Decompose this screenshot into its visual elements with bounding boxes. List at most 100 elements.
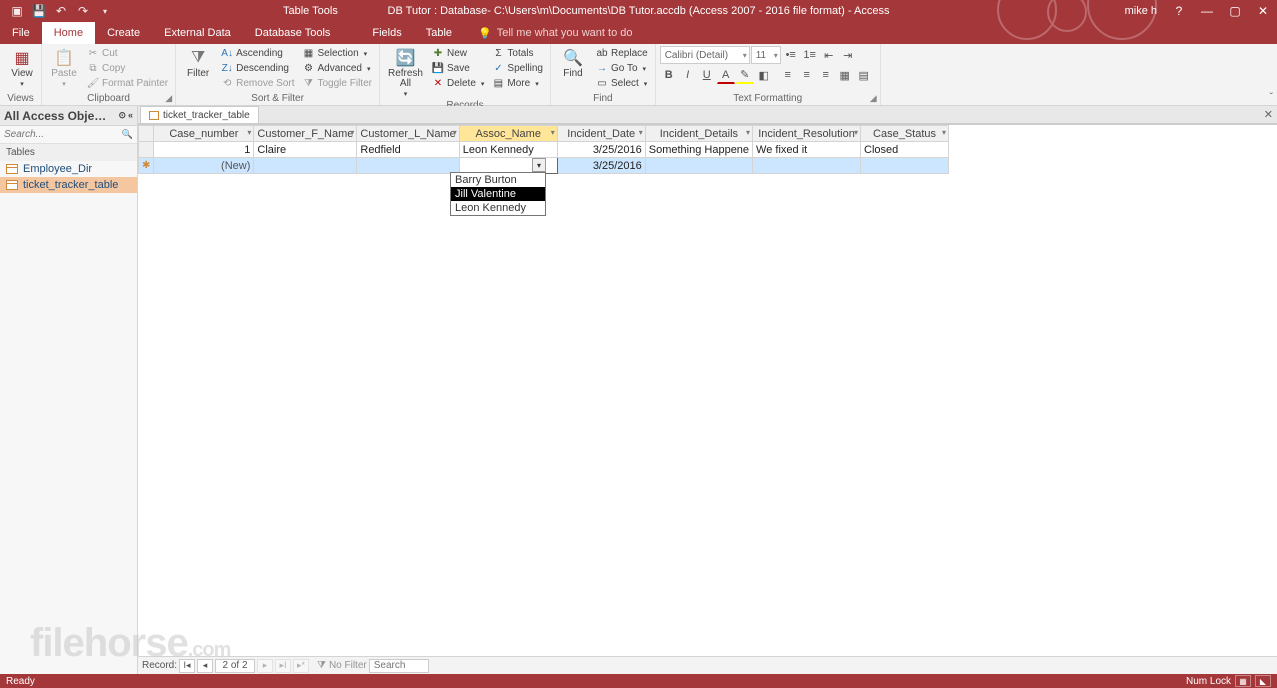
- delete-label: Delete: [447, 78, 476, 89]
- bold-button[interactable]: B: [660, 66, 678, 84]
- selection-icon: ▦: [303, 48, 315, 60]
- save-record-button[interactable]: 💾Save: [429, 61, 487, 76]
- cut-button[interactable]: ✂Cut: [84, 46, 171, 61]
- format-painter-button[interactable]: 🖌Format Painter: [84, 76, 171, 91]
- totals-button[interactable]: ΣTotals: [489, 46, 546, 61]
- align-center-button[interactable]: ≡: [798, 66, 816, 84]
- nav-search-input[interactable]: [4, 129, 122, 140]
- select-button[interactable]: ▭Select▾: [593, 76, 651, 91]
- collapse-ribbon-button[interactable]: ˇ: [1270, 92, 1273, 103]
- filter-button[interactable]: ⧩ Filter: [180, 46, 216, 81]
- font-size-combo[interactable]: 11: [751, 46, 781, 64]
- qat-customize-button[interactable]: ▾: [96, 2, 114, 20]
- tab-file[interactable]: File: [0, 22, 42, 44]
- gridlines-button[interactable]: ▦: [836, 66, 854, 84]
- next-record-button[interactable]: ▸: [257, 659, 273, 673]
- record-search-input[interactable]: [369, 659, 429, 673]
- dropdown-option[interactable]: Barry Burton: [451, 173, 545, 187]
- dropdown-option[interactable]: Leon Kennedy: [451, 201, 545, 215]
- prev-record-button[interactable]: ◂: [197, 659, 213, 673]
- document-tab-ticket-tracker[interactable]: ticket_tracker_table: [140, 106, 259, 123]
- replace-button[interactable]: abReplace: [593, 46, 651, 61]
- first-record-button[interactable]: I◂: [179, 659, 195, 673]
- design-view-switch[interactable]: ◣: [1255, 675, 1271, 687]
- fill-color-button[interactable]: ◧: [755, 66, 773, 84]
- goto-button[interactable]: →Go To▾: [593, 61, 651, 76]
- new-record-nav-button[interactable]: ▸*: [293, 659, 309, 673]
- column-header[interactable]: Customer_L_Name▾: [357, 126, 459, 142]
- copy-button[interactable]: ⧉Copy: [84, 61, 171, 76]
- tab-home[interactable]: Home: [42, 22, 95, 44]
- redo-qat-button[interactable]: ↷: [74, 2, 92, 20]
- save-qat-button[interactable]: 💾: [30, 2, 48, 20]
- descending-button[interactable]: Z↓Descending: [218, 61, 297, 76]
- last-record-button[interactable]: ▸I: [275, 659, 291, 673]
- italic-button[interactable]: I: [679, 66, 697, 84]
- find-button[interactable]: 🔍 Find: [555, 46, 591, 81]
- refresh-all-button[interactable]: 🔄 Refresh All ▾: [384, 46, 427, 100]
- indent-left-button[interactable]: ⇤: [820, 46, 838, 64]
- nav-pane-title: All Access Obje…: [4, 109, 106, 123]
- column-header[interactable]: Customer_F_Name▾: [254, 126, 357, 142]
- column-header[interactable]: Assoc_Name▾: [459, 126, 557, 142]
- ascending-button[interactable]: A↓Ascending: [218, 46, 297, 61]
- tell-me-search[interactable]: 💡 Tell me what you want to do: [464, 22, 632, 44]
- help-button[interactable]: ?: [1165, 0, 1193, 22]
- document-area: ticket_tracker_table ✕ Case_number▾Custo…: [138, 106, 1277, 674]
- close-button[interactable]: ✕: [1249, 0, 1277, 22]
- spelling-button[interactable]: ✓Spelling: [489, 61, 546, 76]
- alt-row-color-button[interactable]: ▤: [855, 66, 873, 84]
- bullets-button[interactable]: •≡: [782, 46, 800, 64]
- delete-record-button[interactable]: ✕Delete▾: [429, 76, 487, 91]
- column-header[interactable]: Incident_Date▾: [557, 126, 645, 142]
- nav-pane-header[interactable]: All Access Obje… ⊙ «: [0, 106, 137, 126]
- new-record-button[interactable]: ✚New: [429, 46, 487, 61]
- find-icon: 🔍: [563, 48, 583, 68]
- nav-pane-collapse-icon[interactable]: «: [128, 110, 133, 121]
- nav-item-ticket-tracker[interactable]: ticket_tracker_table: [0, 177, 137, 193]
- toggle-filter-button[interactable]: ⧩Toggle Filter: [300, 76, 375, 91]
- indent-right-button[interactable]: ⇥: [839, 46, 857, 64]
- highlight-button[interactable]: ✎: [736, 66, 754, 84]
- more-button[interactable]: ▤More▾: [489, 76, 546, 91]
- tab-create[interactable]: Create: [95, 22, 152, 44]
- clipboard-dialog-launcher[interactable]: ◢: [165, 93, 172, 104]
- column-header[interactable]: Incident_Resolution▾: [753, 126, 861, 142]
- assoc-name-dropdown-list[interactable]: Barry BurtonJill ValentineLeon Kennedy: [450, 172, 546, 216]
- column-header[interactable]: Case_number▾: [154, 126, 254, 142]
- assoc-name-dropdown-button[interactable]: ▾: [532, 158, 546, 172]
- datasheet-view-switch[interactable]: ▦: [1235, 675, 1251, 687]
- numbering-button[interactable]: 1≡: [801, 46, 819, 64]
- align-right-button[interactable]: ≡: [817, 66, 835, 84]
- nav-pane-dropdown-icon[interactable]: ⊙: [118, 110, 126, 121]
- tab-fields[interactable]: Fields: [360, 22, 413, 44]
- undo-qat-button[interactable]: ↶: [52, 2, 70, 20]
- selection-button[interactable]: ▦Selection▾: [300, 46, 375, 61]
- dropdown-option[interactable]: Jill Valentine: [451, 187, 545, 201]
- selection-label: Selection: [318, 48, 359, 59]
- nav-item-employee-dir[interactable]: Employee_Dir: [0, 161, 137, 177]
- view-button[interactable]: ▦ View ▾: [4, 46, 40, 90]
- nav-search[interactable]: 🔍: [0, 126, 137, 144]
- record-position-box[interactable]: 2 of 2: [215, 659, 255, 673]
- tab-external-data[interactable]: External Data: [152, 22, 243, 44]
- nav-group-tables[interactable]: Tables: [0, 144, 137, 161]
- underline-button[interactable]: U: [698, 66, 716, 84]
- align-left-button[interactable]: ≡: [779, 66, 797, 84]
- remove-sort-button[interactable]: ⟲Remove Sort: [218, 76, 297, 91]
- restore-button[interactable]: ▢: [1221, 0, 1249, 22]
- column-header[interactable]: Case_Status▾: [861, 126, 949, 142]
- totals-label: Totals: [507, 48, 533, 59]
- text-formatting-dialog-launcher[interactable]: ◢: [870, 93, 877, 104]
- remove-sort-label: Remove Sort: [236, 78, 294, 89]
- minimize-button[interactable]: —: [1193, 0, 1221, 22]
- font-family-combo[interactable]: Calibri (Detail): [660, 46, 750, 64]
- paste-button[interactable]: 📋 Paste ▾: [46, 46, 82, 90]
- close-document-button[interactable]: ✕: [1264, 108, 1273, 121]
- column-header[interactable]: Incident_Details▾: [645, 126, 752, 142]
- tab-table[interactable]: Table: [414, 22, 464, 44]
- tab-database-tools[interactable]: Database Tools: [243, 22, 343, 44]
- user-name[interactable]: mike h: [1125, 5, 1157, 17]
- font-color-button[interactable]: A: [717, 66, 735, 84]
- advanced-button[interactable]: ⚙Advanced▾: [300, 61, 375, 76]
